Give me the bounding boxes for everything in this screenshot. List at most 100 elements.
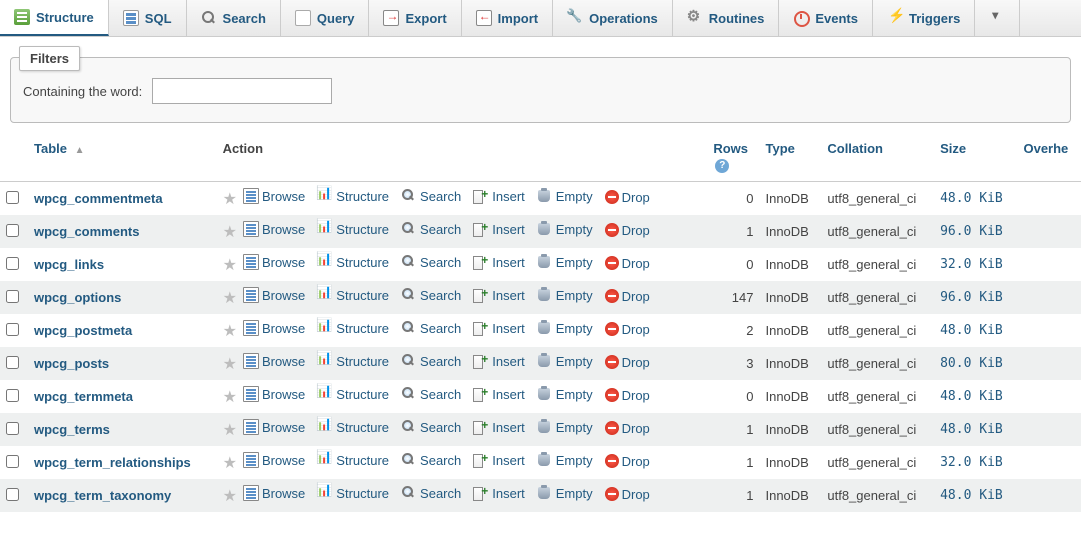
favorite-star-icon[interactable]: ★ [223,488,237,505]
table-name-link[interactable]: wpcg_comments [34,224,139,239]
table-name-link[interactable]: wpcg_postmeta [34,323,132,338]
col-size[interactable]: Size [934,133,1017,182]
structure-link[interactable]: Structure [317,452,389,468]
tab-more[interactable] [975,0,1020,36]
row-checkbox[interactable] [6,422,19,435]
drop-link[interactable]: Drop [605,454,650,469]
structure-link[interactable]: Structure [317,353,389,369]
browse-link[interactable]: Browse [243,287,305,303]
drop-link[interactable]: Drop [605,421,650,436]
row-checkbox[interactable] [6,257,19,270]
favorite-star-icon[interactable]: ★ [223,224,237,241]
empty-link[interactable]: Empty [537,221,593,237]
insert-link[interactable]: Insert [473,287,525,303]
drop-link[interactable]: Drop [605,289,650,304]
insert-link[interactable]: Insert [473,386,525,402]
empty-link[interactable]: Empty [537,254,593,270]
tab-search[interactable]: Search [187,0,281,36]
table-name-link[interactable]: wpcg_options [34,290,121,305]
browse-link[interactable]: Browse [243,320,305,336]
search-link[interactable]: Search [401,188,461,204]
favorite-star-icon[interactable]: ★ [223,356,237,373]
empty-link[interactable]: Empty [537,353,593,369]
browse-link[interactable]: Browse [243,386,305,402]
favorite-star-icon[interactable]: ★ [223,290,237,307]
table-name-link[interactable]: wpcg_termmeta [34,389,133,404]
col-overhead[interactable]: Overhe [1017,133,1081,182]
col-collation[interactable]: Collation [821,133,934,182]
insert-link[interactable]: Insert [473,188,525,204]
structure-link[interactable]: Structure [317,188,389,204]
tab-operations[interactable]: Operations [553,0,673,36]
empty-link[interactable]: Empty [537,485,593,501]
row-checkbox[interactable] [6,290,19,303]
row-checkbox[interactable] [6,488,19,501]
browse-link[interactable]: Browse [243,353,305,369]
search-link[interactable]: Search [401,485,461,501]
insert-link[interactable]: Insert [473,254,525,270]
favorite-star-icon[interactable]: ★ [223,191,237,208]
browse-link[interactable]: Browse [243,188,305,204]
empty-link[interactable]: Empty [537,287,593,303]
table-name-link[interactable]: wpcg_links [34,257,104,272]
containing-input[interactable] [152,78,332,104]
structure-link[interactable]: Structure [317,419,389,435]
structure-link[interactable]: Structure [317,386,389,402]
insert-link[interactable]: Insert [473,353,525,369]
row-checkbox[interactable] [6,191,19,204]
tab-import[interactable]: Import [462,0,553,36]
row-checkbox[interactable] [6,389,19,402]
search-link[interactable]: Search [401,353,461,369]
structure-link[interactable]: Structure [317,320,389,336]
col-rows-label[interactable]: Rows [713,141,748,156]
col-overhead-label[interactable]: Overhe [1023,141,1068,156]
col-type-label[interactable]: Type [765,141,794,156]
drop-link[interactable]: Drop [605,256,650,271]
search-link[interactable]: Search [401,254,461,270]
col-type[interactable]: Type [759,133,821,182]
favorite-star-icon[interactable]: ★ [223,422,237,439]
help-icon[interactable]: ? [715,159,729,173]
tab-triggers[interactable]: Triggers [873,0,975,36]
col-collation-label[interactable]: Collation [827,141,883,156]
structure-link[interactable]: Structure [317,221,389,237]
browse-link[interactable]: Browse [243,221,305,237]
tab-structure[interactable]: Structure [0,0,109,36]
tab-query[interactable]: Query [281,0,370,36]
drop-link[interactable]: Drop [605,388,650,403]
structure-link[interactable]: Structure [317,254,389,270]
drop-link[interactable]: Drop [605,355,650,370]
insert-link[interactable]: Insert [473,485,525,501]
insert-link[interactable]: Insert [473,452,525,468]
drop-link[interactable]: Drop [605,223,650,238]
browse-link[interactable]: Browse [243,452,305,468]
table-name-link[interactable]: wpcg_term_relationships [34,455,191,470]
tab-events[interactable]: Events [779,0,873,36]
col-table-label[interactable]: Table [34,141,67,156]
search-link[interactable]: Search [401,221,461,237]
insert-link[interactable]: Insert [473,221,525,237]
search-link[interactable]: Search [401,386,461,402]
row-checkbox[interactable] [6,224,19,237]
empty-link[interactable]: Empty [537,452,593,468]
browse-link[interactable]: Browse [243,419,305,435]
col-rows[interactable]: Rows ? [707,133,759,182]
empty-link[interactable]: Empty [537,386,593,402]
col-size-label[interactable]: Size [940,141,966,156]
structure-link[interactable]: Structure [317,287,389,303]
search-link[interactable]: Search [401,320,461,336]
drop-link[interactable]: Drop [605,322,650,337]
favorite-star-icon[interactable]: ★ [223,257,237,274]
drop-link[interactable]: Drop [605,487,650,502]
tab-routines[interactable]: Routines [673,0,780,36]
empty-link[interactable]: Empty [537,419,593,435]
table-name-link[interactable]: wpcg_commentmeta [34,191,163,206]
search-link[interactable]: Search [401,287,461,303]
search-link[interactable]: Search [401,419,461,435]
search-link[interactable]: Search [401,452,461,468]
insert-link[interactable]: Insert [473,419,525,435]
row-checkbox[interactable] [6,356,19,369]
tab-export[interactable]: Export [369,0,461,36]
favorite-star-icon[interactable]: ★ [223,455,237,472]
tab-sql[interactable]: SQL [109,0,187,36]
